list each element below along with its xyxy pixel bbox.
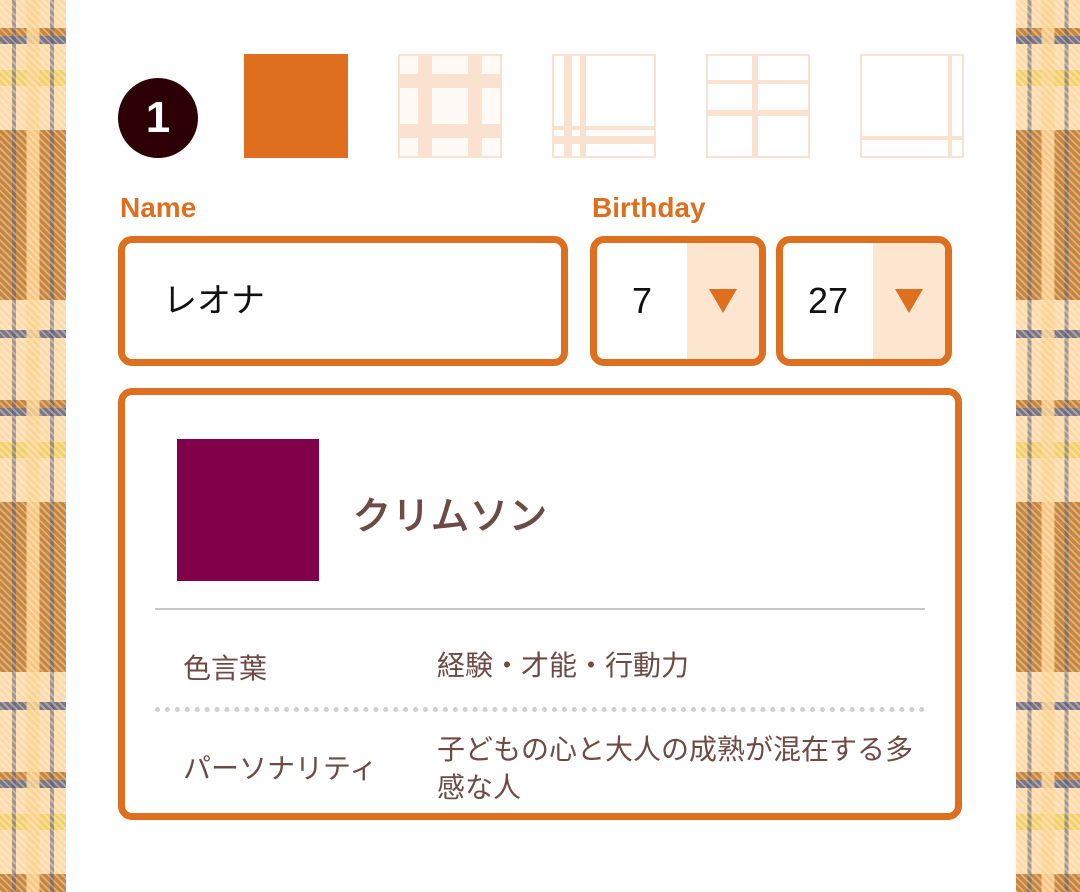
personality-label: パーソナリティ — [183, 752, 378, 785]
color-swatch — [177, 439, 319, 581]
dotted-divider — [155, 707, 925, 712]
day-value: 27 — [807, 280, 849, 321]
name-input[interactable]: レオナ — [118, 236, 568, 366]
tartan-border-right — [1016, 0, 1080, 892]
name-label: Name — [120, 192, 197, 223]
month-value: 7 — [631, 280, 653, 321]
caret-down-icon — [895, 289, 923, 313]
color-words-label: 色言葉 — [183, 652, 268, 685]
pattern-option-border-line[interactable] — [860, 54, 964, 158]
birthday-day-select[interactable]: 27 — [776, 236, 952, 366]
tartan-border-left — [0, 0, 66, 892]
divider — [155, 608, 925, 610]
pattern-option-corner-plaid[interactable] — [552, 54, 656, 158]
personality-value: 子どもの心と大人の成熟が混在する多感な人 — [437, 733, 914, 804]
pattern-option-large-check[interactable] — [398, 54, 502, 158]
pattern-option-window-pane[interactable] — [706, 54, 810, 158]
pattern-option-solid[interactable] — [244, 54, 348, 158]
month-dropdown-arrow[interactable] — [687, 243, 759, 359]
birthday-label: Birthday — [592, 192, 706, 223]
step-number-badge: 1 — [118, 78, 198, 158]
color-result-card: クリムソン 色言葉 経験・才能・行動力 パーソナリティ 子どもの心と大人の成熟が… — [118, 388, 962, 820]
name-input-value: レオナ — [163, 281, 265, 321]
caret-down-icon — [709, 289, 737, 313]
color-name: クリムソン — [353, 494, 549, 538]
birthday-month-select[interactable]: 7 — [590, 236, 766, 366]
day-dropdown-arrow[interactable] — [873, 243, 945, 359]
color-words-value: 経験・才能・行動力 — [437, 649, 690, 682]
